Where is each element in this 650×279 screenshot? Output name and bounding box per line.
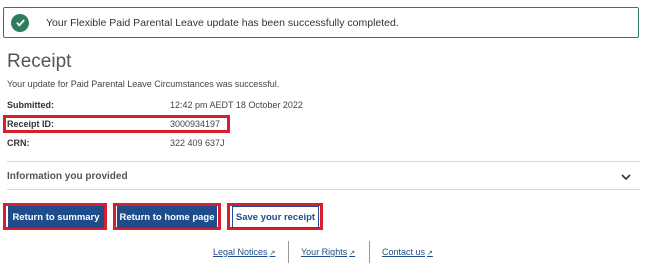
receipt-id-label: Receipt ID: xyxy=(7,119,55,129)
footer-separator xyxy=(369,241,370,263)
divider-top xyxy=(7,161,640,162)
page-title: Receipt xyxy=(7,51,72,72)
your-rights-label: Your Rights xyxy=(301,247,348,257)
footer-link-your-rights[interactable]: Your Rights ↗ xyxy=(301,247,355,257)
save-receipt-button[interactable]: Save your receipt xyxy=(232,206,319,228)
external-link-icon: ↗ xyxy=(427,250,433,257)
footer-link-legal-notices[interactable]: Legal Notices ↗ xyxy=(213,247,275,257)
alert-message: Your Flexible Paid Parental Leave update… xyxy=(46,16,399,29)
chevron-down-icon[interactable] xyxy=(620,170,632,188)
external-link-icon: ↗ xyxy=(269,250,276,257)
contact-us-label: Contact us xyxy=(382,247,426,257)
crn-label: CRN: xyxy=(7,138,30,148)
receipt-id-value: 3000934197 xyxy=(170,119,221,129)
check-circle-icon xyxy=(11,13,29,32)
submitted-label: Submitted: xyxy=(7,100,54,110)
accordion-information-provided[interactable]: Information you provided xyxy=(7,171,128,182)
success-alert: Your Flexible Paid Parental Leave update… xyxy=(3,7,639,38)
divider-bottom xyxy=(7,189,640,190)
page-subtitle: Your update for Paid Parental Leave Circ… xyxy=(7,79,280,89)
submitted-value: 12:42 pm AEDT 18 October 2022 xyxy=(170,100,303,110)
external-link-icon: ↗ xyxy=(349,250,356,257)
crn-value: 322 409 637J xyxy=(170,138,225,148)
footer-separator xyxy=(288,241,289,263)
footer-link-contact-us[interactable]: Contact us ↗ xyxy=(382,247,433,257)
return-to-summary-button[interactable]: Return to summary xyxy=(8,206,104,228)
return-to-home-button[interactable]: Return to home page xyxy=(117,206,217,228)
legal-notices-label: Legal Notices xyxy=(213,247,268,257)
